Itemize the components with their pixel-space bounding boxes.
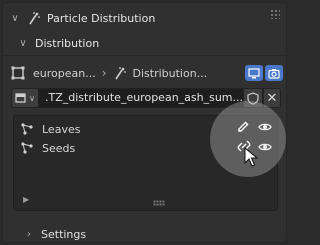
chevron-down-icon[interactable]: ∨ <box>9 13 21 24</box>
subpanel-title: Distribution <box>35 36 100 50</box>
show-render-toggle[interactable] <box>265 65 283 81</box>
browse-settings-button[interactable]: ∨ <box>11 88 39 108</box>
chevron-right-icon[interactable]: › <box>23 229 35 240</box>
close-icon: ✕ <box>266 90 278 106</box>
context-breadcrumb: european... › Distribution... <box>11 62 283 84</box>
object-icon <box>11 66 25 80</box>
vertex-group-icon <box>21 123 33 135</box>
list-resize-handle[interactable] <box>153 200 165 206</box>
object-name[interactable]: european... <box>33 67 96 80</box>
divider <box>3 55 286 56</box>
settings-title: Settings <box>41 227 87 241</box>
settings-subpanel-header[interactable]: › Settings <box>23 225 223 242</box>
list-item-label: Seeds <box>42 141 76 155</box>
mouse-cursor-icon <box>244 147 258 167</box>
expand-options-icon[interactable]: ▶ <box>23 195 29 204</box>
drag-handle[interactable] <box>270 9 280 19</box>
chevron-down-icon[interactable]: ∨ <box>17 38 29 49</box>
show-viewport-toggle[interactable] <box>245 65 263 81</box>
chevron-down-icon: ∨ <box>29 93 35 103</box>
panel-header[interactable]: ∨ Particle Distribution <box>9 7 281 29</box>
distribution-subpanel-header[interactable]: ∨ Distribution <box>17 33 279 53</box>
eye-icon[interactable] <box>258 120 272 134</box>
particle-system-name[interactable]: Distribution... <box>133 67 208 80</box>
vertex-group-icon <box>21 142 33 154</box>
chevron-right-icon: › <box>101 66 107 80</box>
camera-icon <box>268 68 280 79</box>
particles-icon <box>114 67 126 80</box>
list-item-label: Leaves <box>42 122 81 136</box>
monitor-icon <box>248 67 260 78</box>
particles-icon <box>29 12 40 25</box>
edit-icon[interactable] <box>236 120 250 134</box>
settings-type-icon <box>15 93 26 103</box>
particle-distribution-panel: ∨ Particle Distribution ∨ Distribution e… <box>2 2 287 243</box>
settings-name-field[interactable]: .TZ_distribute_european_ash_sum... <box>39 88 243 108</box>
panel-title: Particle Distribution <box>47 11 156 25</box>
eye-icon[interactable] <box>258 140 272 154</box>
